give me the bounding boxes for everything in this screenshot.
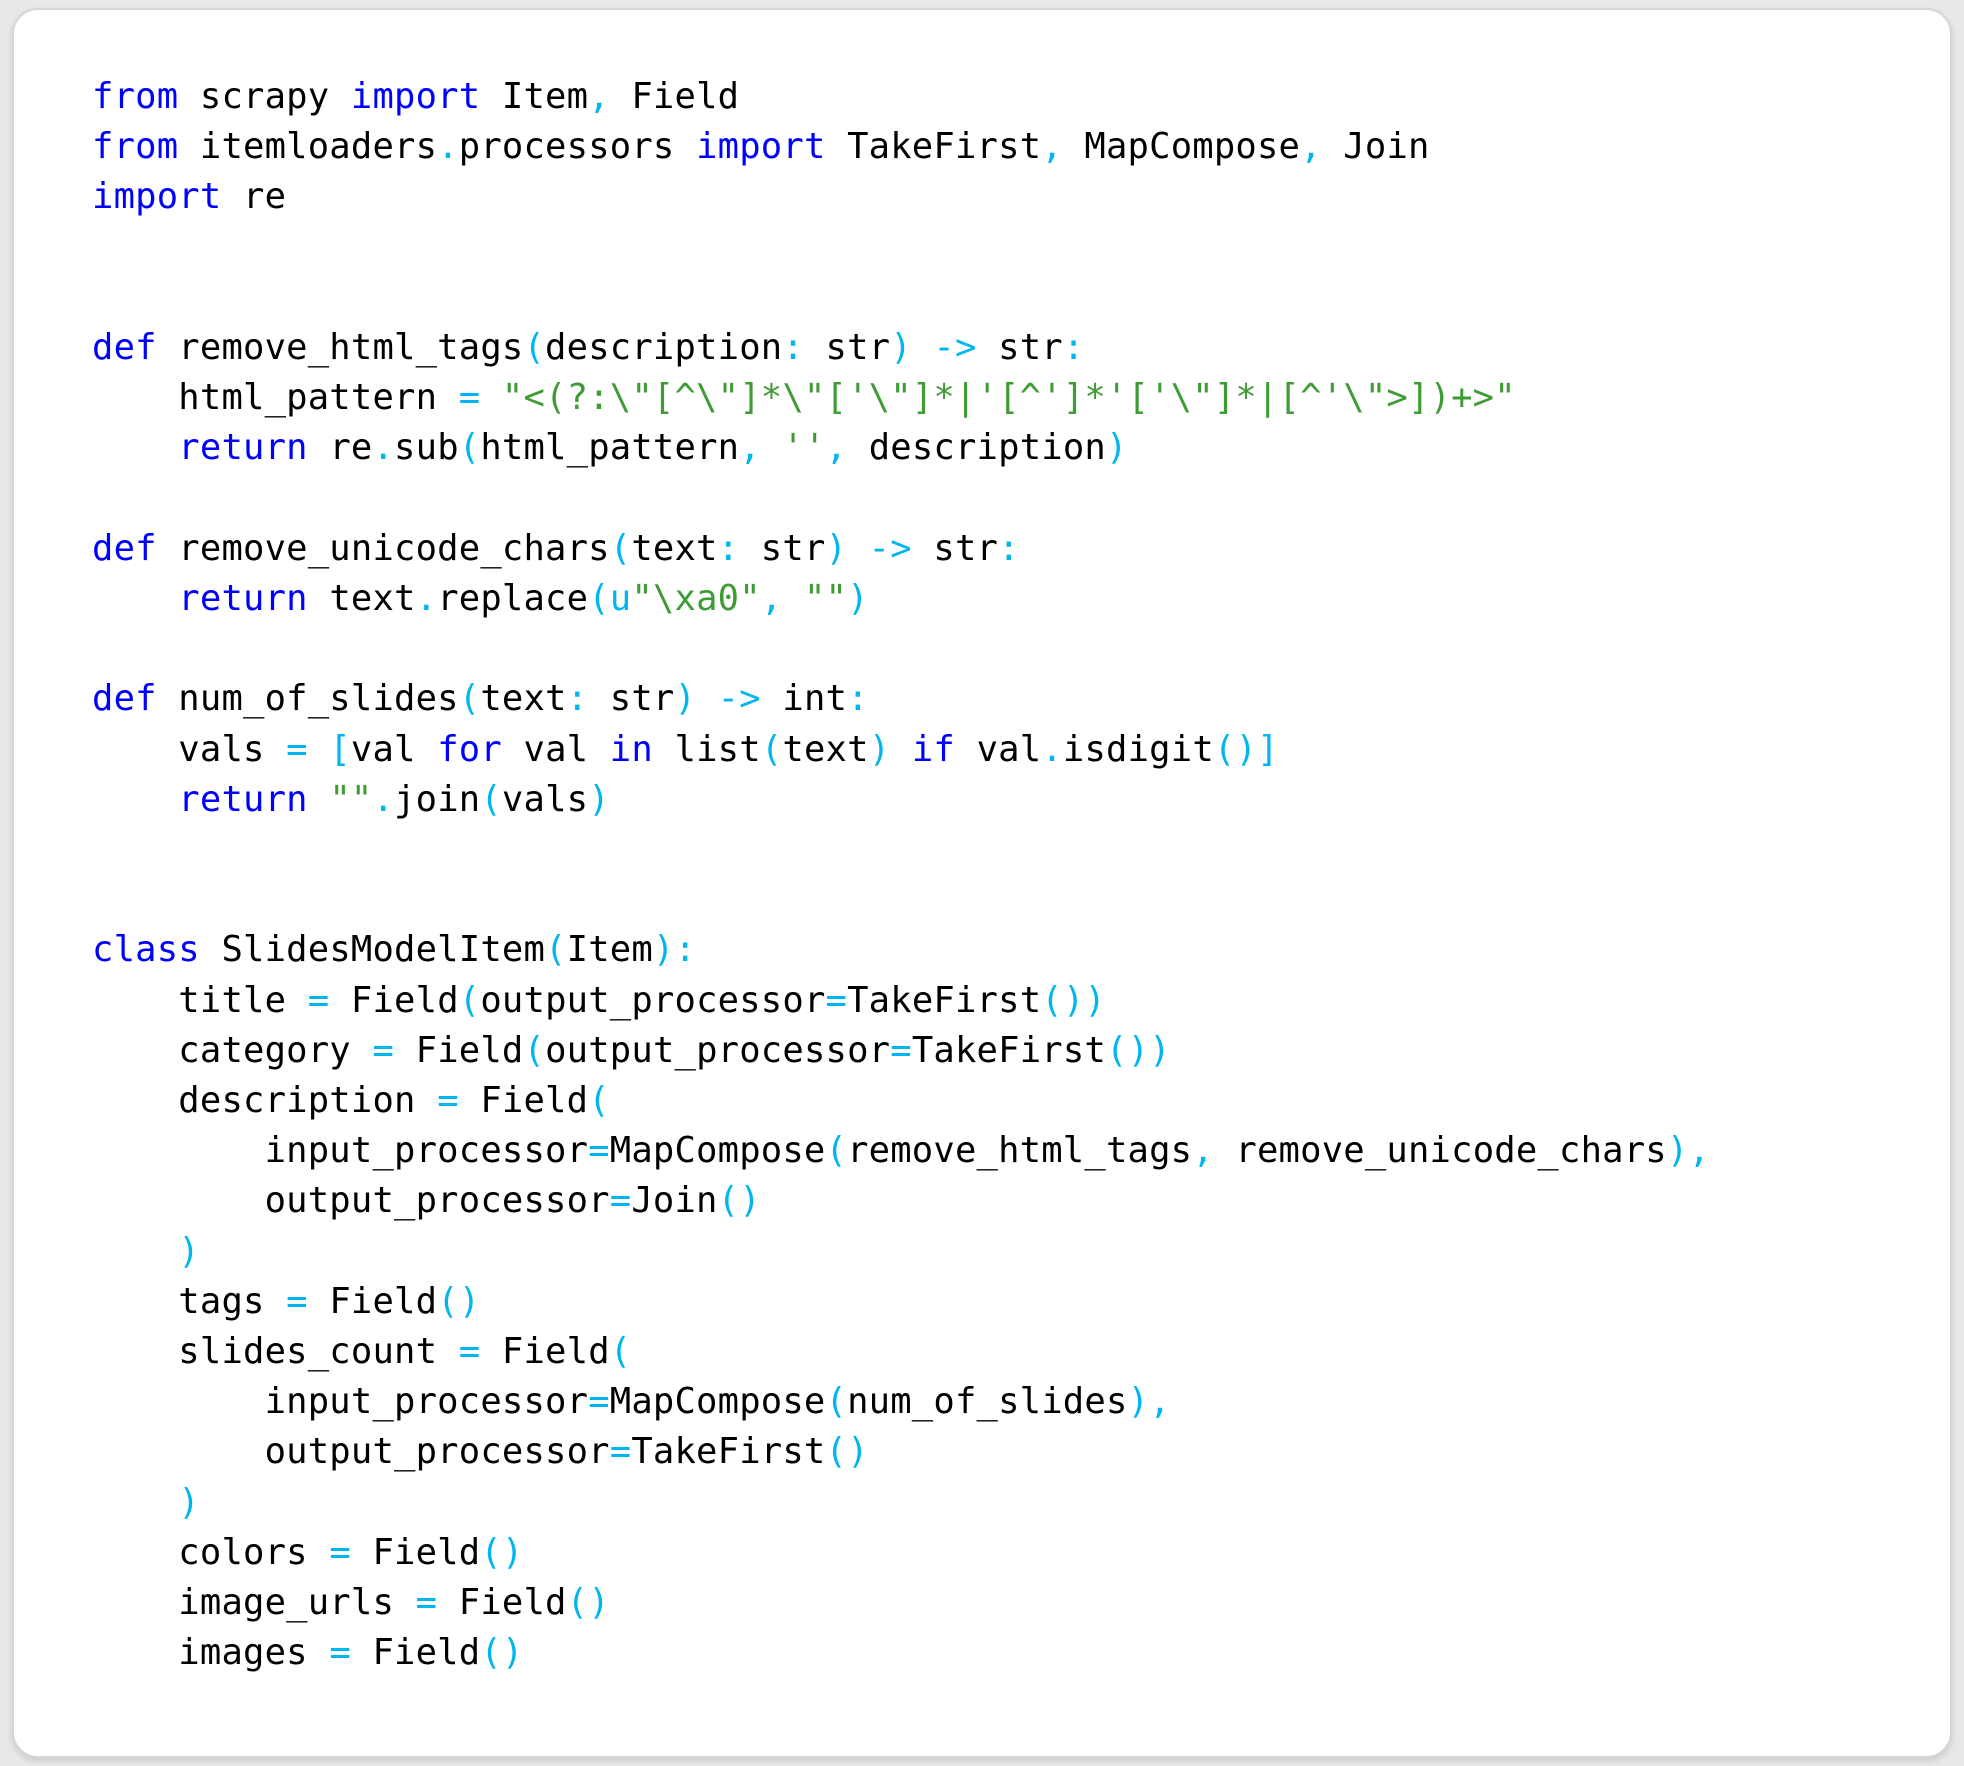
code-line: vals = [val for val in list(text) if val… bbox=[178, 728, 1279, 770]
code-line: tags = Field() bbox=[178, 1280, 481, 1322]
code-line: images = Field() bbox=[178, 1632, 524, 1674]
code-line: colors = Field() bbox=[178, 1531, 524, 1573]
code-line: ) bbox=[178, 1481, 200, 1523]
code-line: input_processor=MapCompose(remove_html_t… bbox=[264, 1130, 1711, 1172]
code-line: description = Field( bbox=[178, 1080, 610, 1122]
code-line: return "".join(vals) bbox=[178, 778, 610, 820]
code-line: from itemloaders.processors import TakeF… bbox=[92, 126, 1430, 168]
code-card: from scrapy import Item, Field from iteml… bbox=[12, 8, 1952, 1758]
code-line: from scrapy import Item, Field bbox=[92, 76, 740, 117]
python-code-block: from scrapy import Item, Field from iteml… bbox=[14, 10, 1950, 1679]
code-line: return text.replace(u"\xa0", "") bbox=[178, 578, 869, 620]
code-line: title = Field(output_processor=TakeFirst… bbox=[178, 979, 1106, 1021]
code-line: slides_count = Field( bbox=[178, 1331, 632, 1373]
code-line: def num_of_slides(text: str) -> int: bbox=[92, 678, 869, 720]
code-line: def remove_unicode_chars(text: str) -> s… bbox=[92, 527, 1020, 569]
code-line: input_processor=MapCompose(num_of_slides… bbox=[264, 1381, 1171, 1423]
code-line: ) bbox=[178, 1230, 200, 1272]
code-line: return re.sub(html_pattern, '', descript… bbox=[178, 427, 1128, 469]
code-line: output_processor=Join() bbox=[264, 1180, 761, 1222]
code-line: image_urls = Field() bbox=[178, 1582, 610, 1624]
code-line: html_pattern = "<(?:\"[^\"]*\"['\"]*|'[^… bbox=[178, 377, 1516, 419]
code-line: category = Field(output_processor=TakeFi… bbox=[178, 1029, 1171, 1071]
code-line: import re bbox=[92, 176, 287, 218]
code-line: def remove_html_tags(description: str) -… bbox=[92, 327, 1085, 369]
code-line: output_processor=TakeFirst() bbox=[264, 1431, 869, 1473]
code-line: class SlidesModelItem(Item): bbox=[92, 929, 697, 971]
